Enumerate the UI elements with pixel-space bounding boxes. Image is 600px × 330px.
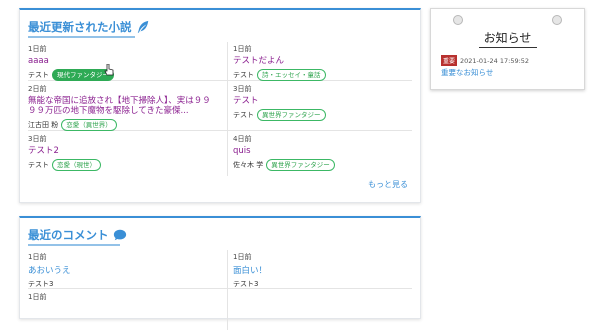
novel-item[interactable]: 2日前 無能な帝国に追放され【地下掃除人】、実は９９９９万匹の地下魔物を駆除して… bbox=[28, 84, 220, 131]
comment-time: 1日前 bbox=[233, 253, 252, 261]
genre-tag[interactable]: 詩・エッセイ・童話 bbox=[257, 69, 326, 81]
heading-underline bbox=[28, 244, 120, 246]
novel-author: 佐々木 学 bbox=[233, 161, 264, 169]
novel-item[interactable]: 3日前 テスト テスト 異世界ファンタジー bbox=[233, 84, 425, 121]
important-badge: 重要 bbox=[441, 55, 458, 66]
speech-bubble-icon bbox=[113, 229, 126, 241]
novel-title-link[interactable]: テスト2 bbox=[28, 146, 220, 156]
novel-author: テスト bbox=[233, 71, 254, 79]
recent-novels-panel: 最近更新された小説 1日前 aaaa テスト 現代ファンタジー 1日前 テストだ… bbox=[19, 8, 421, 203]
recent-novels-heading: 最近更新された小説 bbox=[28, 19, 150, 38]
comment-item[interactable]: 1日前 あおいうえ テスト3 bbox=[28, 252, 220, 289]
feather-icon bbox=[137, 20, 148, 34]
novel-title-link[interactable]: 無能な帝国に追放され【地下掃除人】、実は９９９９万匹の地下魔物を駆除してきた豪傑… bbox=[28, 96, 213, 116]
notice-datetime: 2021-01-24 17:59:52 bbox=[460, 56, 530, 65]
pin-icon bbox=[552, 15, 562, 25]
notice-panel: お知らせ 重要 2021-01-24 17:59:52 重要なお知らせ bbox=[430, 8, 585, 90]
comment-text-link[interactable]: 面白い！ bbox=[233, 264, 425, 276]
novel-item[interactable]: 1日前 テストだよん テスト 詩・エッセイ・童話 bbox=[233, 44, 425, 81]
pin-icon bbox=[453, 15, 463, 25]
novel-item[interactable]: 4日前 quis 佐々木 学 異世界ファンタジー bbox=[233, 134, 425, 171]
comment-text-link[interactable]: あおいうえ bbox=[28, 264, 220, 276]
novel-author: テスト bbox=[28, 71, 49, 79]
novel-item[interactable]: 3日前 テスト2 テスト 恋愛（現世） bbox=[28, 134, 220, 171]
novel-updated-time: 4日前 bbox=[233, 135, 252, 143]
heading-underline bbox=[28, 36, 135, 38]
novel-updated-time: 3日前 bbox=[28, 135, 47, 143]
notice-title-rule bbox=[479, 47, 537, 48]
genre-tag[interactable]: 恋愛（現世） bbox=[52, 159, 101, 171]
notice-title: お知らせ bbox=[483, 31, 532, 45]
novel-updated-time: 3日前 bbox=[233, 85, 252, 93]
novel-item[interactable]: 1日前 aaaa テスト 現代ファンタジー bbox=[28, 44, 220, 81]
comment-item[interactable]: 1日前 面白い！ テスト3 bbox=[233, 252, 425, 289]
column-divider bbox=[227, 42, 228, 176]
more-link[interactable]: もっと見る bbox=[368, 179, 408, 190]
comment-author: テスト3 bbox=[233, 280, 259, 288]
genre-tag[interactable]: 恋愛（異世界） bbox=[61, 119, 117, 131]
novel-updated-time: 1日前 bbox=[233, 45, 252, 53]
recent-comments-heading: 最近のコメント bbox=[28, 227, 127, 246]
recent-novels-title: 最近更新された小説 bbox=[28, 20, 132, 34]
novel-title-link[interactable]: テスト bbox=[233, 96, 425, 106]
novel-title-link[interactable]: quis bbox=[233, 146, 425, 156]
comment-time: 1日前 bbox=[28, 253, 47, 261]
notice-link[interactable]: 重要なお知らせ bbox=[441, 67, 493, 78]
pointer-cursor-icon bbox=[104, 64, 114, 76]
novel-author: テスト bbox=[233, 111, 254, 119]
novel-updated-time: 2日前 bbox=[28, 85, 47, 93]
novel-author: テスト bbox=[28, 161, 49, 169]
novel-author: 江古田 粉 bbox=[28, 121, 59, 129]
genre-tag[interactable]: 異世界ファンタジー bbox=[257, 109, 326, 121]
column-divider bbox=[227, 250, 228, 330]
novel-title-link[interactable]: aaaa bbox=[28, 56, 220, 66]
comment-time: 1日前 bbox=[28, 293, 47, 301]
comment-item[interactable]: 1日前 bbox=[28, 292, 220, 302]
recent-comments-title: 最近のコメント bbox=[28, 228, 109, 242]
comment-author: テスト3 bbox=[28, 280, 54, 288]
novel-updated-time: 1日前 bbox=[28, 45, 47, 53]
recent-comments-panel: 最近のコメント 1日前 あおいうえ テスト3 1日前 面白い！ テスト3 1日前 bbox=[19, 216, 421, 330]
novel-title-link[interactable]: テストだよん bbox=[233, 56, 425, 66]
notice-entry-meta: 重要 2021-01-24 17:59:52 bbox=[441, 55, 529, 66]
genre-tag[interactable]: 異世界ファンタジー bbox=[266, 159, 335, 171]
